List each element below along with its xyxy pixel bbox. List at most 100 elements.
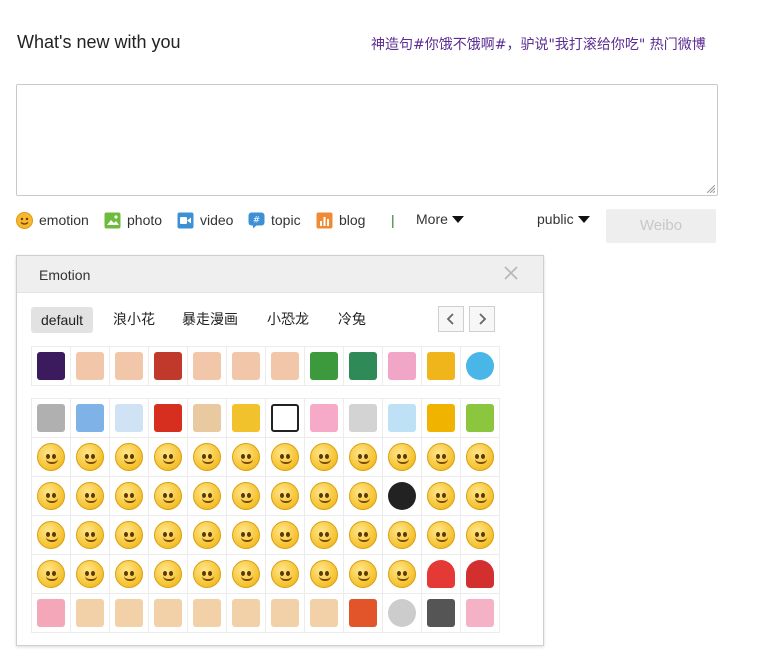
emotion-pink-pig[interactable] [305, 399, 344, 438]
emotion-bell-house[interactable] [383, 399, 422, 438]
emotion-shock[interactable] [266, 516, 305, 555]
emotion-button[interactable]: emotion [16, 210, 89, 230]
emotion-grid-box[interactable] [71, 399, 110, 438]
emotion-angry[interactable] [422, 438, 461, 477]
emotion-arrow-down[interactable] [227, 399, 266, 438]
compose-box[interactable] [16, 84, 718, 196]
emotion-yellow-pet[interactable] [422, 347, 461, 386]
emotion-hand-wave[interactable] [266, 594, 305, 633]
emotion-sob[interactable] [32, 477, 71, 516]
emotion-hide[interactable] [32, 516, 71, 555]
emotion-shy[interactable] [188, 438, 227, 477]
emotion-sulk[interactable] [266, 477, 305, 516]
prev-page-button[interactable] [438, 306, 464, 332]
emotion-cover[interactable] [71, 516, 110, 555]
emotion-dark-face[interactable] [383, 477, 422, 516]
emotion-cute[interactable] [344, 438, 383, 477]
emotion-crazy[interactable] [188, 516, 227, 555]
emotion-grumpy[interactable] [110, 555, 149, 594]
emotion-sad[interactable] [461, 516, 500, 555]
emotion-gift[interactable] [461, 399, 500, 438]
visibility-dropdown[interactable]: public [537, 211, 590, 227]
emotion-cake[interactable] [461, 594, 500, 633]
emotion-point[interactable] [188, 594, 227, 633]
emotion-microphone[interactable] [422, 594, 461, 633]
emotion-cloud[interactable] [110, 399, 149, 438]
emotion-panda[interactable] [266, 399, 305, 438]
next-page-button[interactable] [469, 306, 495, 332]
emotion-robot[interactable] [344, 399, 383, 438]
close-icon[interactable] [503, 265, 519, 281]
emotion-sly[interactable] [305, 516, 344, 555]
blog-button[interactable]: blog [316, 210, 365, 230]
emotion-rage-face[interactable] [71, 347, 110, 386]
tab-leng-tu[interactable]: 冷兔 [328, 307, 376, 333]
emotion-giggle[interactable] [344, 555, 383, 594]
emotion-night-sky[interactable] [32, 347, 71, 386]
tab-default[interactable]: default [31, 307, 94, 333]
emotion-sloth[interactable] [32, 399, 71, 438]
emotion-pray[interactable] [149, 555, 188, 594]
emotion-broken-heart[interactable] [461, 555, 500, 594]
emotion-cry-laugh[interactable] [266, 438, 305, 477]
emotion-blush[interactable] [149, 438, 188, 477]
emotion-thumb[interactable] [227, 594, 266, 633]
emotion-horse-card[interactable] [149, 347, 188, 386]
emotion-amazed[interactable] [461, 477, 500, 516]
emotion-rage-face[interactable] [266, 347, 305, 386]
tab-baozou-manhua[interactable]: 暴走漫画 [172, 307, 248, 333]
video-button[interactable]: video [177, 210, 233, 230]
emotion-sleepy[interactable] [149, 477, 188, 516]
emotion-frown[interactable] [422, 477, 461, 516]
emotion-pout[interactable] [461, 438, 500, 477]
emotion-ok-hand[interactable] [71, 594, 110, 633]
emotion-heart[interactable] [422, 555, 461, 594]
topic-button[interactable]: # topic [248, 210, 301, 230]
emotion-meh[interactable] [344, 477, 383, 516]
emotion-candle[interactable] [344, 594, 383, 633]
emotion-think[interactable] [383, 438, 422, 477]
emotion-red-card[interactable] [149, 399, 188, 438]
emotion-rage-face[interactable] [188, 347, 227, 386]
compose-textarea[interactable] [17, 85, 717, 195]
emotion-smile[interactable] [32, 438, 71, 477]
emotion-scream[interactable] [266, 555, 305, 594]
emotion-sunglasses[interactable] [32, 555, 71, 594]
emotion-heart-eyes[interactable] [71, 555, 110, 594]
emotion-rage-face[interactable] [110, 347, 149, 386]
emotion-yawn[interactable] [71, 477, 110, 516]
emotion-smirk[interactable] [305, 555, 344, 594]
emotion-figure[interactable] [188, 399, 227, 438]
emotion-dizzy[interactable] [305, 477, 344, 516]
emotion-green-dino[interactable] [344, 347, 383, 386]
tab-xiao-konglong[interactable]: 小恐龙 [257, 307, 319, 333]
emotion-rage-face[interactable] [227, 347, 266, 386]
emotion-embarrass[interactable] [188, 477, 227, 516]
emotion-tongue[interactable] [305, 438, 344, 477]
emotion-mad[interactable] [383, 555, 422, 594]
emotion-spiral[interactable] [188, 555, 227, 594]
emotion-victory[interactable] [110, 594, 149, 633]
emotion-thumbs-down[interactable] [305, 594, 344, 633]
hot-topic-link[interactable]: 神造句#你饿不饿啊#，驴说"我打滚给你吃" 热门微博 [371, 34, 706, 54]
emotion-thumbs-up[interactable] [149, 594, 188, 633]
emotion-bored[interactable] [227, 555, 266, 594]
emotion-pink-bunny[interactable] [383, 347, 422, 386]
photo-button[interactable]: photo [104, 210, 162, 230]
emotion-money-face[interactable] [422, 399, 461, 438]
tab-lang-xiao-hua[interactable]: 浪小花 [103, 307, 165, 333]
more-dropdown[interactable]: More [416, 211, 464, 227]
emotion-yawn2[interactable] [344, 516, 383, 555]
emotion-chin[interactable] [227, 516, 266, 555]
emotion-pig[interactable] [32, 594, 71, 633]
emotion-surprise[interactable] [110, 477, 149, 516]
emotion-tired[interactable] [383, 516, 422, 555]
emotion-wide-eyes[interactable] [227, 477, 266, 516]
emotion-rage[interactable] [110, 516, 149, 555]
emotion-green-can[interactable] [305, 347, 344, 386]
emotion-money[interactable] [422, 516, 461, 555]
emotion-happy[interactable] [149, 516, 188, 555]
emotion-grin[interactable] [71, 438, 110, 477]
emotion-sweat[interactable] [227, 438, 266, 477]
weibo-submit-button[interactable]: Weibo [606, 209, 716, 243]
